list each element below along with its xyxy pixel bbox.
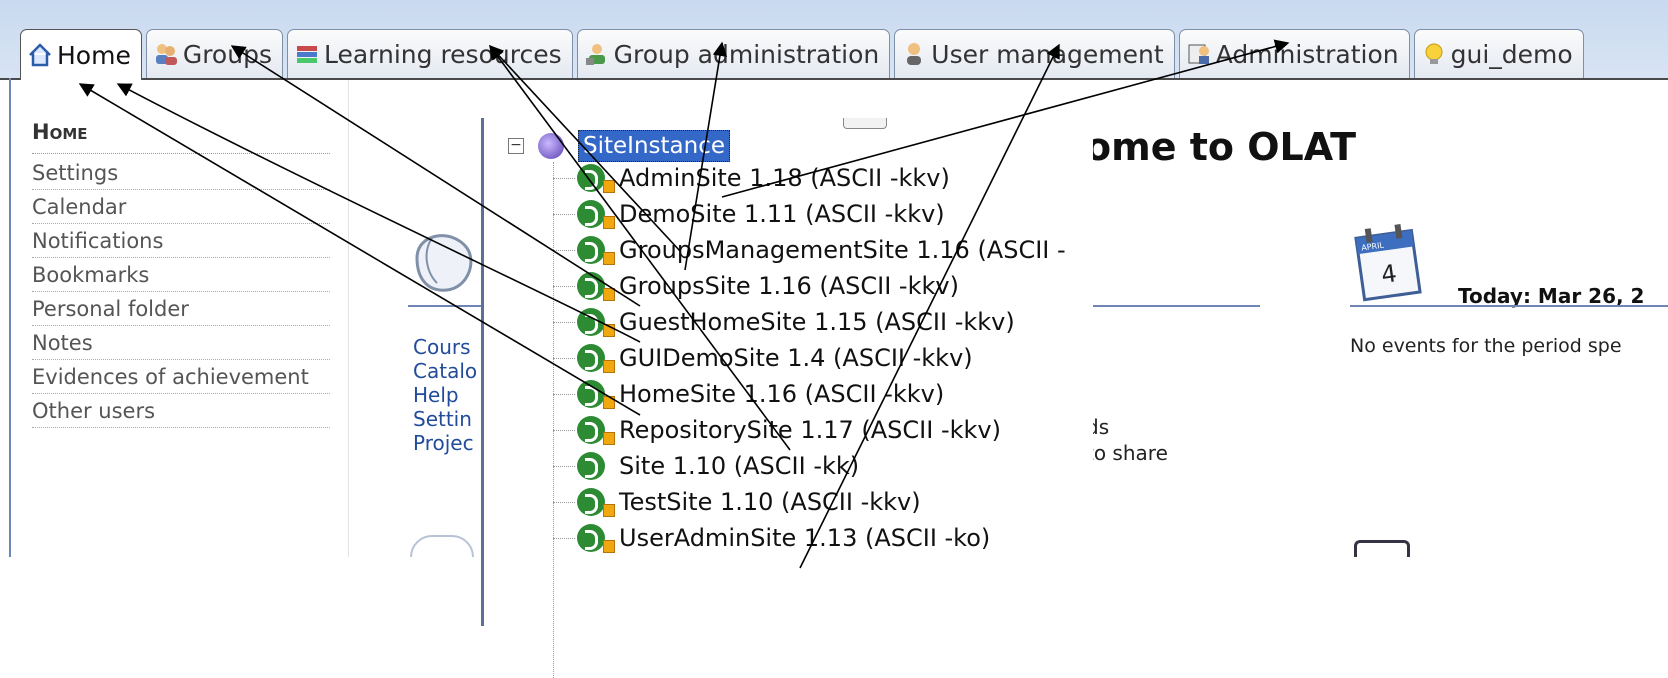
arrow-groupsmanagementsite-group-administration — [684, 41, 728, 271]
arrow-useradminsite-user-management — [799, 43, 1060, 569]
arrow-demosite-gui-demo — [489, 44, 681, 252]
arrow-groupssite-groups — [230, 45, 641, 307]
mapping-arrows — [78, 39, 1290, 569]
arrow-adminsite-administration — [721, 39, 1290, 198]
arrow-repositorysite-learning-resources — [489, 44, 791, 451]
